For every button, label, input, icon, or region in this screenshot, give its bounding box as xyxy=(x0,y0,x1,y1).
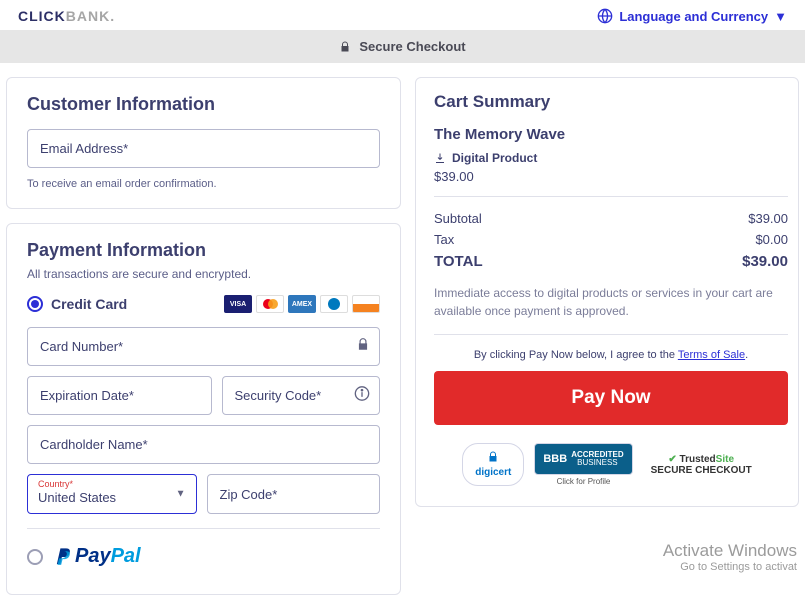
payment-heading: Payment Information xyxy=(27,240,380,261)
email-field[interactable] xyxy=(27,129,380,168)
email-hint: To receive an email order confirmation. xyxy=(27,178,380,190)
divider xyxy=(434,334,788,335)
product-title: The Memory Wave xyxy=(434,126,788,143)
payment-sub: All transactions are secure and encrypte… xyxy=(27,267,380,281)
discover-icon xyxy=(352,295,380,313)
cart-heading: Cart Summary xyxy=(434,92,788,112)
paypal-option[interactable]: PayPal xyxy=(27,528,380,576)
cart-summary: Cart Summary The Memory Wave Digital Pro… xyxy=(415,77,799,507)
subtotal-label: Subtotal xyxy=(434,211,482,226)
country-select[interactable]: Country* United States ▼ xyxy=(27,474,197,514)
subtotal-value: $39.00 xyxy=(748,211,788,226)
cardholder-name-field[interactable] xyxy=(27,425,380,464)
radio-credit-selected[interactable] xyxy=(27,296,43,312)
expiration-field[interactable] xyxy=(27,376,212,415)
digital-product-label: Digital Product xyxy=(452,151,537,165)
info-icon[interactable] xyxy=(354,385,370,406)
zip-field[interactable] xyxy=(207,474,381,514)
agree-text: By clicking Pay Now below, I agree to th… xyxy=(434,349,788,361)
card-number-field[interactable] xyxy=(27,327,380,366)
visa-icon: VISA xyxy=(224,295,252,313)
mastercard-icon xyxy=(256,295,284,313)
logo-bank: BANK. xyxy=(66,8,115,24)
trusted-sub: SECURE CHECKOUT xyxy=(651,465,752,476)
customer-heading: Customer Information xyxy=(27,94,380,115)
trust-badges: digicert BBB ACCREDITEDBUSINESS Click fo… xyxy=(434,443,788,486)
credit-label: Credit Card xyxy=(51,296,127,312)
total-value: $39.00 xyxy=(742,253,788,270)
lock-icon xyxy=(339,41,351,53)
trustedsite-badge[interactable]: ✔ TrustedSite SECURE CHECKOUT xyxy=(643,443,760,486)
bbb-badge[interactable]: BBB ACCREDITEDBUSINESS Click for Profile xyxy=(534,443,632,486)
download-icon xyxy=(434,152,446,164)
caret-down-icon: ▼ xyxy=(774,9,787,24)
card-brand-icons: VISA AMEX xyxy=(224,295,380,313)
customer-info-card: Customer Information To receive an email… xyxy=(6,77,401,209)
bbb-l2: BUSINESS xyxy=(571,459,623,467)
trusted-suf: Site xyxy=(716,454,734,465)
total-label: TOTAL xyxy=(434,253,483,270)
logo-click: CLICK xyxy=(18,8,66,24)
paypal-pay: Pay xyxy=(75,545,111,567)
digicert-badge[interactable]: digicert xyxy=(462,443,524,486)
agree-pre: By clicking Pay Now below, I agree to th… xyxy=(474,349,678,361)
credit-card-option[interactable]: Credit Card VISA AMEX xyxy=(27,295,380,313)
country-value: United States xyxy=(38,490,116,505)
digicert-text: digicert xyxy=(475,467,511,478)
clickbank-logo: CLICKBANK. xyxy=(18,8,115,24)
bbb-caption: Click for Profile xyxy=(557,477,611,486)
terms-link[interactable]: Terms of Sale xyxy=(678,349,745,361)
lock-icon xyxy=(356,337,370,356)
lang-label: Language and Currency xyxy=(619,9,768,24)
paypal-pal: Pal xyxy=(111,545,141,567)
language-currency-selector[interactable]: Language and Currency ▼ xyxy=(597,8,787,24)
access-note: Immediate access to digital products or … xyxy=(434,284,788,320)
amex-icon: AMEX xyxy=(288,295,316,313)
product-price: $39.00 xyxy=(434,169,788,184)
country-label: Country* xyxy=(38,479,186,489)
tax-value: $0.00 xyxy=(755,232,788,247)
radio-paypal-unselected[interactable] xyxy=(27,549,43,565)
trusted-pre: Trusted xyxy=(680,454,716,465)
payment-info-card: Payment Information All transactions are… xyxy=(6,223,401,595)
divider xyxy=(434,196,788,197)
secure-checkout-bar: Secure Checkout xyxy=(0,30,805,63)
paypal-icon xyxy=(55,547,73,567)
diners-icon xyxy=(320,295,348,313)
caret-down-icon: ▼ xyxy=(176,489,186,500)
paypal-logo: PayPal xyxy=(55,545,141,568)
tax-label: Tax xyxy=(434,232,454,247)
secure-text: Secure Checkout xyxy=(359,39,465,54)
lock-icon xyxy=(487,451,499,463)
pay-now-button[interactable]: Pay Now xyxy=(434,371,788,425)
globe-icon xyxy=(597,8,613,24)
